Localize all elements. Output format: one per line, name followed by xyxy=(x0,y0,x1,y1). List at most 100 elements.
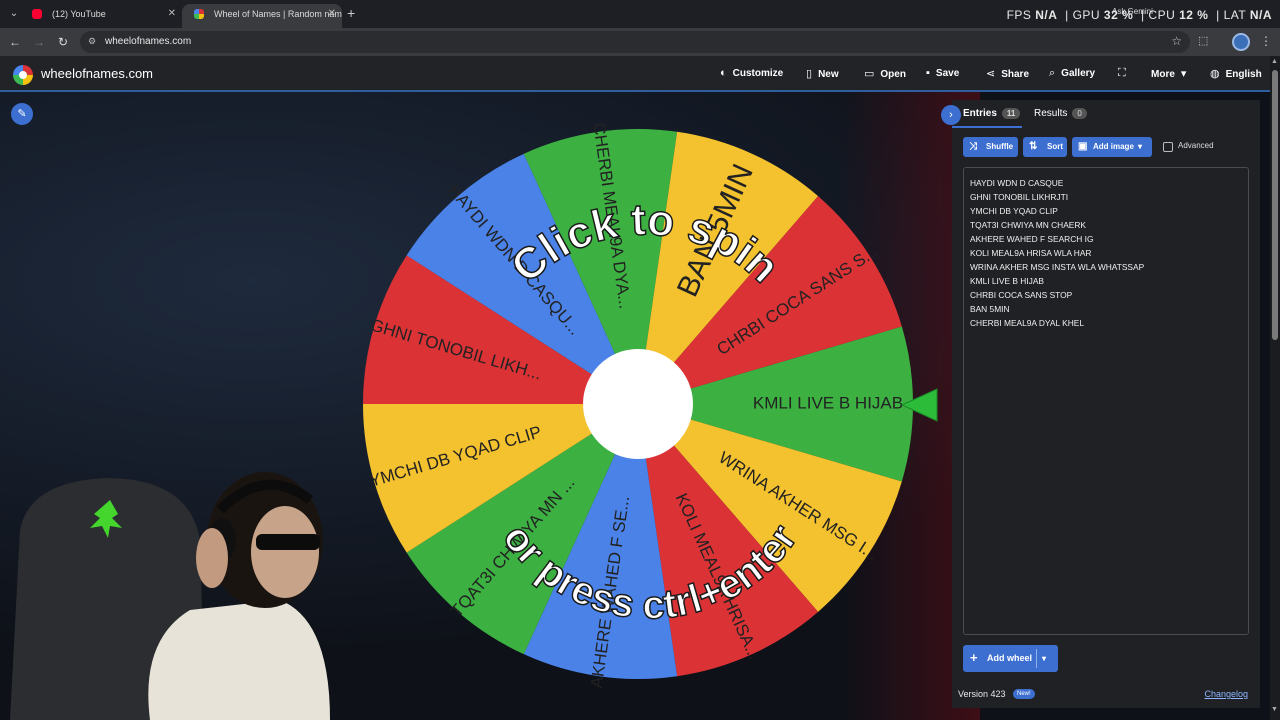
shuffle-icon: ⤨ xyxy=(969,141,977,152)
advanced-label: Advanced xyxy=(1178,141,1214,150)
gpu-label: GPU xyxy=(1072,8,1101,22)
cpu-value: 12 % xyxy=(1179,8,1209,22)
globe-icon: ◍ xyxy=(1210,68,1220,80)
language-button[interactable]: ◍ English xyxy=(1210,67,1262,80)
folder-icon: ▭ xyxy=(864,68,875,80)
new-badge: New! xyxy=(1013,689,1035,699)
gallery-button[interactable]: ⌕ Gallery xyxy=(1049,67,1095,80)
menu-label: New xyxy=(818,69,839,80)
entries-count-badge: 11 xyxy=(1001,108,1021,119)
entry-line: AKHERE WAHED F SEARCH IG xyxy=(970,234,1094,244)
entry-line: BAN 5MIN xyxy=(970,304,1010,314)
lat-value: N/A xyxy=(1249,8,1272,22)
webcam-overlay xyxy=(10,472,330,720)
share-icon: ⋖ xyxy=(986,68,996,80)
cpu-label: CPU xyxy=(1148,8,1176,22)
brand-name[interactable]: wheelofnames.com xyxy=(41,66,153,81)
app-header: wheelofnames.com ◐ Customize ▯ New ▭ Open ▪… xyxy=(0,56,1270,92)
spin-wheel[interactable]: KMLI LIVE B HIJABWRINA AKHER MSG I...KOL… xyxy=(350,95,950,695)
scroll-thumb[interactable] xyxy=(1272,70,1278,340)
tab-entries[interactable]: Entries 11 xyxy=(963,108,1021,119)
site-info-icon[interactable]: ⚙ xyxy=(88,36,96,47)
menu-label: Share xyxy=(1001,69,1030,80)
entry-line: WRINA AKHER MSG INSTA WLA WHATSSAP xyxy=(970,262,1145,272)
pencil-icon[interactable]: ✎ xyxy=(11,103,33,125)
scroll-down-icon[interactable]: ▼ xyxy=(1271,706,1278,713)
youtube-icon xyxy=(32,9,42,19)
menu-label: English xyxy=(1225,69,1262,80)
wheel-favicon-icon xyxy=(194,9,204,19)
save-button[interactable]: ▪ Save xyxy=(926,67,959,79)
entry-line: KMLI LIVE B HIJAB xyxy=(970,276,1045,286)
entries-panel: Entries 11 Results 0 ⤨ Shuffle ⇅ Sort ▣ Add i… xyxy=(952,100,1260,708)
menu-label: Customize xyxy=(732,68,784,79)
button-label: Sort xyxy=(1047,142,1063,151)
image-icon: ▣ xyxy=(1078,141,1088,152)
lat-label: LAT xyxy=(1223,8,1246,22)
add-wheel-button[interactable]: + Add wheel ▾ xyxy=(963,645,1058,672)
extensions-icon[interactable]: ⬚ xyxy=(1198,34,1208,47)
tab-label: Results xyxy=(1034,108,1068,119)
browser-toolbar: ← → ↻ ⚙ wheelofnames.com ☆ xyxy=(0,28,1280,56)
address-bar[interactable]: ⚙ wheelofnames.com ☆ xyxy=(80,31,1190,53)
changelog-link[interactable]: Changelog xyxy=(1204,689,1248,699)
open-button[interactable]: ▭ Open xyxy=(864,67,906,80)
more-button[interactable]: More ▾ xyxy=(1151,67,1192,80)
menu-label: Open xyxy=(880,69,906,80)
fullscreen-button[interactable]: ⛶ xyxy=(1118,67,1132,80)
customize-button[interactable]: ◐ Customize xyxy=(720,67,783,79)
entry-line: GHNI TONOBIL LIKHRJTI xyxy=(970,192,1069,202)
performance-overlay: FPS N/A | GPU 32 % | CPU 12 % | LAT N/A xyxy=(1006,8,1272,22)
button-label: Shuffle xyxy=(986,142,1014,151)
plus-icon: + xyxy=(970,650,978,665)
browser-menu-icon[interactable]: ⋮ xyxy=(1260,34,1272,48)
gpu-value: 32 % xyxy=(1103,8,1134,22)
entry-line: TQAT3I CHWIYA MN CHAERK xyxy=(970,220,1087,230)
reload-icon[interactable]: ↻ xyxy=(55,34,71,50)
share-button[interactable]: ⋖ Share xyxy=(986,67,1029,80)
url-text: wheelofnames.com xyxy=(105,36,192,47)
fullscreen-icon: ⛶ xyxy=(1118,67,1126,79)
back-icon[interactable]: ← xyxy=(7,34,23,50)
scroll-up-icon[interactable]: ▲ xyxy=(1271,58,1278,65)
chevron-down-icon[interactable]: ▾ xyxy=(1042,654,1046,663)
profile-avatar[interactable] xyxy=(1232,33,1250,51)
wheel-segment-label: KMLI LIVE B HIJAB xyxy=(753,393,903,412)
version-text: Version 423 xyxy=(958,689,1006,699)
new-tab-button[interactable]: + xyxy=(347,5,355,21)
fps-value: N/A xyxy=(1035,8,1058,22)
close-icon[interactable]: ✕ xyxy=(168,4,176,24)
forward-icon[interactable]: → xyxy=(31,34,47,50)
tab-title: Wheel of Names | Random nam xyxy=(214,9,342,19)
entry-line: KOLI MEAL9A HRISA WLA HAR xyxy=(970,248,1092,258)
chevron-down-icon: ▾ xyxy=(1180,68,1187,80)
sort-button[interactable]: ⇅ Sort xyxy=(1023,137,1067,157)
collapse-panel-button[interactable]: › xyxy=(941,105,961,125)
advanced-checkbox[interactable] xyxy=(1163,142,1173,152)
search-icon: ⌕ xyxy=(1049,67,1056,79)
browser-tab-youtube[interactable]: (12) YouTube ✕ xyxy=(20,4,182,28)
close-icon[interactable]: ✕ xyxy=(328,4,336,24)
menu-label: Gallery xyxy=(1061,68,1096,79)
sunglasses xyxy=(256,534,320,550)
menu-label: Save xyxy=(935,68,960,79)
browser-tab-wheel[interactable]: Wheel of Names | Random nam ✕ xyxy=(182,4,342,28)
fps-label: FPS xyxy=(1006,8,1032,22)
active-tab-indicator xyxy=(952,126,1022,128)
person-face xyxy=(251,506,319,598)
wheel-logo-icon[interactable] xyxy=(13,65,33,85)
entries-textarea[interactable]: HAYDI WDN D CASQUE GHNI TONOBIL LIKHRJTI Y… xyxy=(963,167,1249,635)
entry-line: HAYDI WDN D CASQUE xyxy=(970,178,1064,188)
shuffle-button[interactable]: ⤨ Shuffle xyxy=(963,137,1018,157)
file-icon: ▯ xyxy=(806,68,813,80)
tab-results[interactable]: Results 0 xyxy=(1034,108,1087,119)
add-wheel-label: Add wheel xyxy=(987,653,1033,663)
add-image-button[interactable]: ▣ Add image ▾ xyxy=(1072,137,1152,157)
new-button[interactable]: ▯ New xyxy=(806,67,839,80)
bookmark-star-icon[interactable]: ☆ xyxy=(1171,34,1182,48)
page-scrollbar[interactable]: ▲ ▼ xyxy=(1270,56,1280,720)
sort-icon: ⇅ xyxy=(1029,141,1038,152)
entry-line: CHERBI MEAL9A DYAL KHEL xyxy=(970,318,1085,328)
entry-line: CHRBI COCA SANS STOP xyxy=(970,290,1073,300)
wheel-center[interactable] xyxy=(583,349,693,459)
